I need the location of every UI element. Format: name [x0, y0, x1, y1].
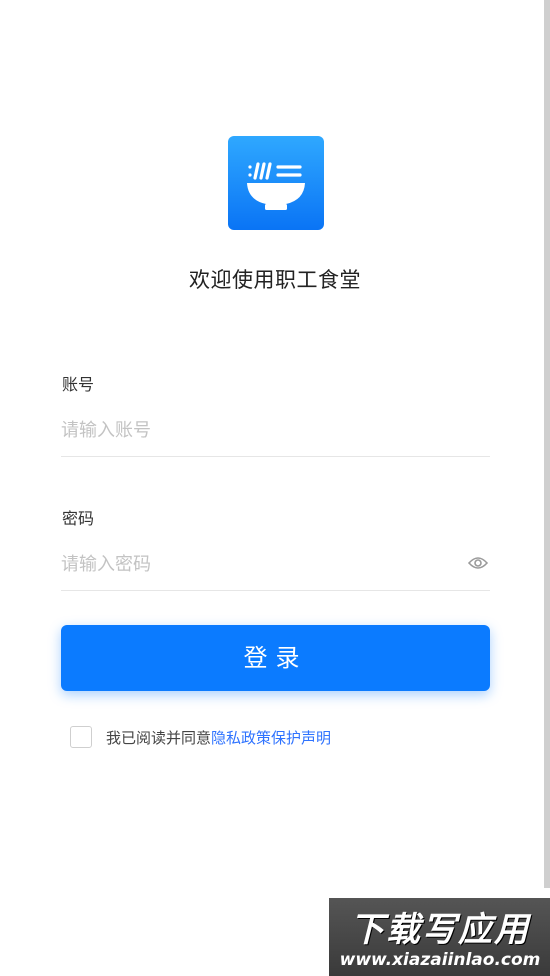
watermark: 下载写应用 www.xiazaiinlao.com — [329, 898, 550, 976]
app-logo — [228, 136, 324, 230]
login-button[interactable]: 登录 — [61, 625, 490, 691]
password-label: 密码 — [62, 509, 95, 528]
account-input[interactable] — [61, 410, 441, 450]
account-label: 账号 — [62, 375, 95, 394]
watermark-url: www.xiazaiinlao.com — [339, 950, 541, 970]
account-field[interactable] — [61, 410, 490, 457]
password-field[interactable] — [61, 544, 490, 591]
agreement-text: 我已阅读并同意 — [106, 728, 212, 747]
bowl-icon — [247, 162, 305, 210]
eye-icon[interactable] — [468, 555, 488, 571]
agreement-checkbox[interactable] — [70, 726, 92, 748]
watermark-title: 下载写应用 — [350, 910, 530, 950]
agreement-row: 我已阅读并同意 隐私政策保护声明 — [70, 726, 331, 748]
scrollbar[interactable] — [544, 0, 550, 888]
welcome-title: 欢迎使用职工食堂 — [189, 268, 361, 292]
privacy-policy-link[interactable]: 隐私政策保护声明 — [211, 727, 331, 748]
password-input[interactable] — [61, 544, 441, 584]
